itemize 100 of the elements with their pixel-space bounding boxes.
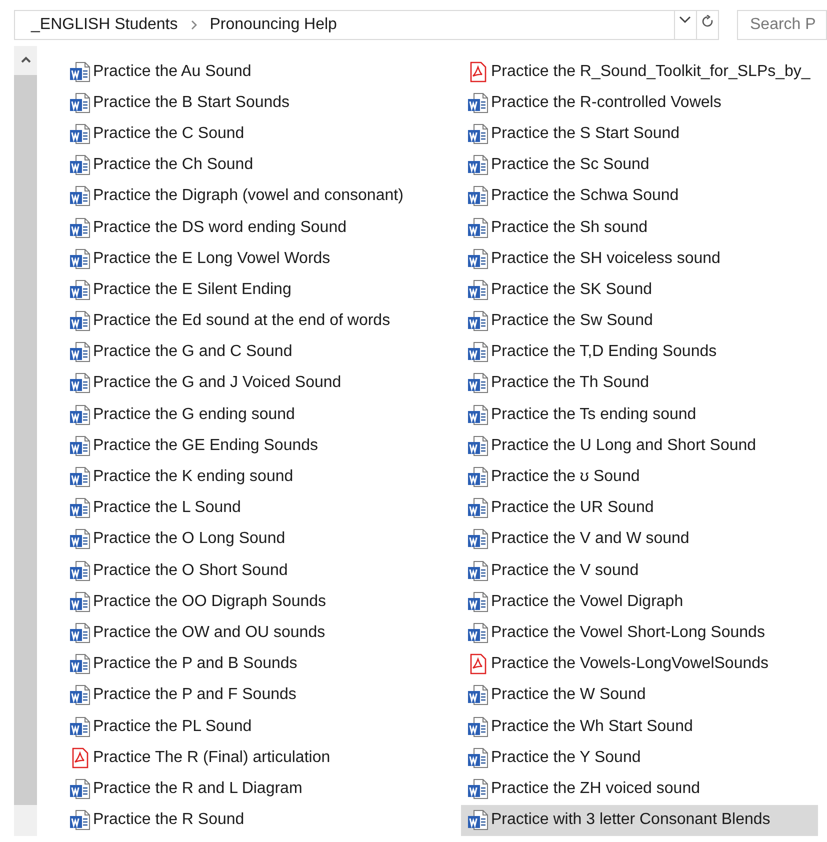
file-item[interactable]: Practice the S Start Sound bbox=[461, 118, 818, 150]
word-document-icon bbox=[69, 528, 91, 550]
file-item[interactable]: Practice the DS word ending Sound bbox=[63, 212, 461, 244]
word-document-icon bbox=[69, 497, 91, 520]
file-name: Practice the SH voiceless sound bbox=[491, 250, 720, 267]
file-item[interactable]: Practice the G ending sound bbox=[63, 399, 461, 430]
file-item[interactable]: Practice the V and W sound bbox=[461, 524, 818, 555]
file-name: Practice the OW and OU sounds bbox=[93, 624, 326, 641]
file-item[interactable]: Practice the R Sound bbox=[63, 804, 461, 836]
file-item[interactable]: Practice the V sound bbox=[461, 555, 818, 586]
file-item[interactable]: Practice the U Long and Short Sound bbox=[461, 430, 818, 462]
file-item[interactable]: Practice the Sw Sound bbox=[461, 306, 818, 337]
file-item[interactable]: Practice the Th Sound bbox=[461, 368, 818, 400]
file-item[interactable]: Practice the SK Sound bbox=[461, 274, 818, 306]
file-item[interactable]: Practice the Vowel Digraph bbox=[461, 586, 818, 618]
word-document-icon bbox=[69, 809, 91, 832]
dropdown-button[interactable] bbox=[674, 10, 696, 40]
file-name: Practice with 3 letter Consonant Blends bbox=[491, 812, 770, 828]
word-document-icon bbox=[467, 154, 489, 176]
file-name: Practice the T,D Ending Sounds bbox=[491, 344, 717, 360]
file-item[interactable]: Practice the O Long Sound bbox=[63, 524, 461, 555]
file-name: Practice the S Start Sound bbox=[491, 126, 680, 142]
word-document-icon bbox=[69, 341, 91, 364]
file-name: Practice the Sh sound bbox=[491, 220, 648, 236]
file-item[interactable]: Practice the C Sound bbox=[63, 118, 461, 150]
file-item[interactable]: Practice the ʊ Sound bbox=[461, 461, 818, 493]
word-document-icon bbox=[69, 310, 91, 332]
file-item[interactable]: Practice the G and J Voiced Sound bbox=[63, 368, 461, 400]
file-item[interactable]: Practice the B Start Sounds bbox=[63, 87, 461, 118]
word-document-icon bbox=[467, 809, 489, 832]
file-name: Practice the Wh Start Sound bbox=[491, 718, 693, 735]
word-document-icon bbox=[467, 185, 489, 208]
file-item[interactable]: Practice the Wh Start Sound bbox=[461, 710, 818, 742]
file-item[interactable]: Practice the Ed sound at the end of words bbox=[63, 306, 461, 337]
word-document-icon bbox=[467, 528, 489, 550]
file-item[interactable]: Practice the GE Ending Sounds bbox=[63, 430, 461, 462]
search-field[interactable]: Search P bbox=[737, 10, 827, 40]
file-item[interactable]: Practice the E Silent Ending bbox=[63, 274, 461, 306]
file-name: Practice the Ts ending sound bbox=[491, 406, 696, 423]
word-document-icon bbox=[69, 404, 91, 426]
word-document-icon bbox=[467, 92, 489, 114]
word-document-icon bbox=[467, 278, 489, 301]
file-name: Practice the Ed sound at the end of words bbox=[93, 313, 390, 330]
word-document-icon bbox=[467, 778, 489, 800]
file-name: Practice the O Short Sound bbox=[93, 562, 288, 579]
file-name: Practice the PL Sound bbox=[93, 718, 252, 735]
file-item[interactable]: Practice the T,D Ending Sounds bbox=[461, 336, 818, 368]
file-item[interactable]: Practice the OW and OU sounds bbox=[63, 617, 461, 649]
word-document-icon bbox=[467, 122, 489, 145]
file-name: Practice the Sw Sound bbox=[491, 313, 653, 330]
file-name: Practice the DS word ending Sound bbox=[93, 220, 346, 236]
file-item[interactable]: Practice the SH voiceless sound bbox=[461, 243, 818, 274]
file-item[interactable]: Practice the K ending sound bbox=[63, 461, 461, 493]
word-document-icon bbox=[467, 404, 489, 426]
file-item[interactable]: Practice the Vowel Short-Long Sounds bbox=[461, 617, 818, 649]
file-name: Practice the O Long Sound bbox=[93, 531, 286, 548]
file-item[interactable]: Practice the Sh sound bbox=[461, 212, 818, 244]
file-name: Practice the Au Sound bbox=[93, 64, 252, 80]
word-document-icon bbox=[467, 372, 489, 394]
file-item[interactable]: Practice with 3 letter Consonant Blends bbox=[461, 804, 818, 836]
file-item[interactable]: Practice the UR Sound bbox=[461, 492, 818, 524]
file-item[interactable]: Practice the R_Sound_Toolkit_for_SLPs_by_ bbox=[461, 56, 818, 88]
file-name: Practice the E Long Vowel Words bbox=[93, 250, 330, 267]
file-item[interactable]: Practice the Digraph (vowel and consonant) bbox=[63, 180, 461, 212]
word-document-icon bbox=[467, 310, 489, 332]
file-name: Practice the Ch Sound bbox=[93, 157, 254, 174]
address-bar[interactable]: _ENGLISH Students Pronouncing Help bbox=[14, 10, 675, 40]
scroll-up-icon[interactable] bbox=[20, 55, 32, 65]
file-item[interactable]: Practice the PL Sound bbox=[63, 710, 461, 742]
word-document-icon bbox=[69, 434, 91, 457]
chevron-down-icon bbox=[679, 16, 692, 24]
file-item[interactable]: Practice the Vowels-LongVowelSounds bbox=[461, 648, 818, 680]
file-item[interactable]: Practice the L Sound bbox=[63, 492, 461, 524]
breadcrumb-item[interactable]: _ENGLISH Students bbox=[31, 12, 178, 36]
file-item[interactable]: Practice the ZH voiced sound bbox=[461, 773, 818, 804]
file-item[interactable]: Practice the Ch Sound bbox=[63, 150, 461, 181]
file-item[interactable]: Practice the Schwa Sound bbox=[461, 180, 818, 212]
file-item[interactable]: Practice the R-controlled Vowels bbox=[461, 87, 818, 118]
file-item[interactable]: Practice the Y Sound bbox=[461, 742, 818, 774]
word-document-icon bbox=[69, 185, 91, 208]
file-name: Practice the W Sound bbox=[491, 687, 646, 704]
file-item[interactable]: Practice the G and C Sound bbox=[63, 336, 461, 368]
file-item[interactable]: Practice the O Short Sound bbox=[63, 555, 461, 586]
refresh-button[interactable] bbox=[696, 10, 719, 40]
file-item[interactable]: Practice The R (Final) articulation bbox=[63, 742, 461, 774]
file-item[interactable]: Practice the R and L Diagram bbox=[63, 773, 461, 804]
file-item[interactable]: Practice the W Sound bbox=[461, 680, 818, 711]
file-item[interactable]: Practice the OO Digraph Sounds bbox=[63, 586, 461, 618]
file-item[interactable]: Practice the P and F Sounds bbox=[63, 680, 461, 711]
file-item[interactable]: Practice the Ts ending sound bbox=[461, 399, 818, 430]
file-name: Practice the K ending sound bbox=[93, 469, 294, 486]
file-name: Practice the Y Sound bbox=[491, 750, 641, 766]
file-item[interactable]: Practice the P and B Sounds bbox=[63, 648, 461, 680]
file-name: Practice the Digraph (vowel and consonant) bbox=[93, 188, 404, 204]
file-name: Practice the SK Sound bbox=[491, 282, 652, 298]
file-item[interactable]: Practice the Au Sound bbox=[63, 56, 461, 88]
file-item[interactable]: Practice the Sc Sound bbox=[461, 150, 818, 181]
file-item[interactable]: Practice the E Long Vowel Words bbox=[63, 243, 461, 274]
file-name: Practice the Vowel Short-Long Sounds bbox=[491, 624, 765, 641]
breadcrumb-item[interactable]: Pronouncing Help bbox=[210, 12, 337, 36]
